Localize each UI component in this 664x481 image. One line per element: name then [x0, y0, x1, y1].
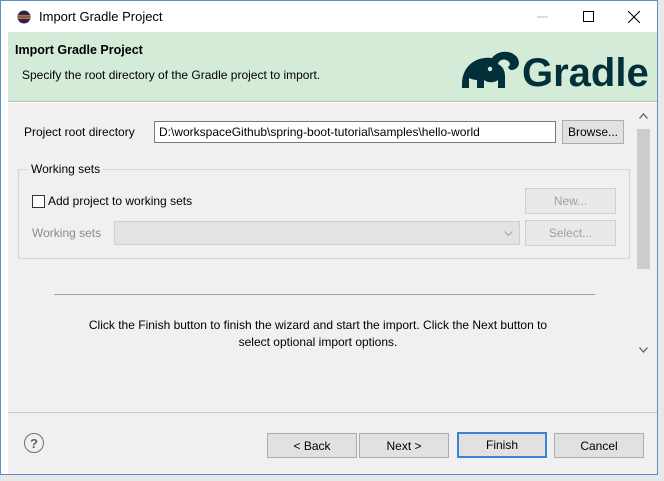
- separator: [54, 294, 595, 295]
- import-gradle-dialog: Import Gradle Project Import Gradle Proj…: [0, 0, 658, 475]
- close-icon: [628, 10, 640, 23]
- scroll-up-icon[interactable]: [639, 113, 648, 119]
- wizard-footer: ? < Back Next > Finish Cancel: [8, 413, 657, 474]
- close-button[interactable]: [611, 1, 657, 32]
- project-root-input[interactable]: D:\workspaceGithub\spring-boot-tutorial\…: [154, 121, 556, 143]
- working-sets-group-title: Working sets: [28, 162, 104, 176]
- select-working-set-button[interactable]: Select...: [525, 220, 616, 246]
- wizard-content: Project root directory D:\workspaceGithu…: [8, 103, 657, 413]
- banner-description: Specify the root directory of the Gradle…: [22, 68, 321, 82]
- minimize-button[interactable]: [519, 1, 565, 32]
- finish-button[interactable]: Finish: [457, 432, 547, 458]
- logo-text: Gradle: [522, 51, 649, 95]
- vertical-scrollbar[interactable]: [635, 107, 652, 357]
- next-button[interactable]: Next >: [359, 433, 449, 458]
- new-working-set-button[interactable]: New...: [525, 188, 616, 214]
- eclipse-icon: [17, 10, 31, 24]
- gradle-logo: Gradle: [462, 51, 649, 95]
- back-button[interactable]: < Back: [267, 433, 357, 458]
- maximize-icon: [582, 11, 594, 22]
- scrollbar-thumb[interactable]: [637, 129, 650, 269]
- working-sets-combo[interactable]: [114, 221, 520, 245]
- help-icon[interactable]: ?: [24, 433, 44, 453]
- add-to-working-sets-label[interactable]: Add project to working sets: [48, 194, 192, 208]
- working-sets-label: Working sets: [32, 226, 102, 240]
- add-to-working-sets-checkbox[interactable]: [32, 195, 45, 208]
- title-bar[interactable]: Import Gradle Project: [1, 1, 657, 32]
- minimize-icon: [536, 16, 548, 18]
- maximize-button[interactable]: [565, 1, 611, 32]
- scroll-down-icon[interactable]: [639, 347, 648, 353]
- window-title: Import Gradle Project: [39, 9, 163, 24]
- cancel-button[interactable]: Cancel: [554, 433, 644, 458]
- finish-message: Click the Finish button to finish the wi…: [88, 318, 548, 349]
- project-root-label: Project root directory: [24, 125, 135, 139]
- browse-button[interactable]: Browse...: [562, 120, 624, 144]
- wizard-banner: Import Gradle Project Specify the root d…: [8, 32, 657, 102]
- banner-title: Import Gradle Project: [15, 43, 143, 57]
- chevron-down-icon: [504, 231, 513, 237]
